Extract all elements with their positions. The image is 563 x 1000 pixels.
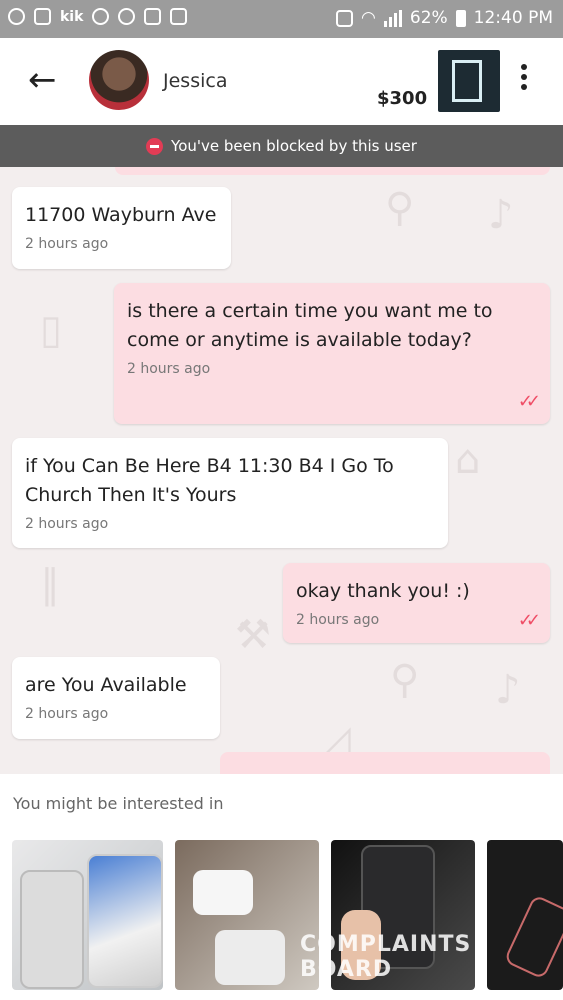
blocked-banner: You've been blocked by this user [0,125,563,167]
message-text: 11700 Wayburn Ave [25,204,217,226]
pants-doodle-icon: ▯ [40,307,63,353]
blocked-text: You've been blocked by this user [171,137,417,155]
message-text: okay thank you! :) [296,580,470,602]
item-price: $300 [377,88,428,109]
wifi-icon: ◠ [361,8,376,28]
drill-doodle-icon: ⚒ [235,612,271,658]
suggested-item-card[interactable] [175,840,319,990]
shirt-doodle-icon: ⌂ [455,437,481,483]
message-time: 2 hours ago [25,516,109,532]
item-thumbnail[interactable] [438,50,500,112]
watermark: COMPLAINTS BOARD [300,932,472,982]
message-time: 2 hours ago [127,361,211,377]
next-message-bubble [220,752,550,774]
message-outgoing[interactable]: okay thank you! :) 2 hours ago ✓✓ [283,563,550,643]
bicycle-doodle-icon: ⚲ [390,657,420,703]
message-text: if You Can Be Here B4 11:30 B4 I Go To C… [25,455,394,506]
status-bar: kik ◠ 62% 12:40 PM [0,0,563,38]
message-time: 2 hours ago [25,236,109,252]
message-time: 2 hours ago [296,612,380,628]
message-text: is there a certain time you want me to c… [127,300,493,351]
system-icons: ◠ 62% 12:40 PM [336,8,553,28]
message-text: are You Available [25,674,187,696]
phone-screen-image [452,60,482,102]
phone-box-image [87,854,163,988]
skis-doodle-icon: ∥ [40,562,60,608]
message-outgoing[interactable]: is there a certain time you want me to c… [114,283,550,424]
charger-image [215,930,285,985]
trumpet-doodle-icon: ♪ [495,667,521,713]
contact-name[interactable]: Jessica [163,70,227,92]
blocked-icon [146,137,164,155]
voicemail-icon [92,8,110,25]
gallery-icon [144,8,162,25]
app-icon [170,8,188,25]
notification-icons: kik [8,8,188,25]
message-incoming[interactable]: 11700 Wayburn Ave 2 hours ago [12,187,231,269]
airpods-image [193,870,253,915]
back-arrow-icon[interactable]: ← [28,60,57,100]
trumpet-doodle-icon: ♪ [488,192,514,238]
suggestions-title: You might be interested in [13,794,224,813]
suggested-item-card[interactable] [12,840,163,990]
bicycle-doodle-icon: ⚲ [385,185,415,231]
mail-icon [34,8,51,25]
message-time: 2 hours ago [25,706,109,722]
battery-icon [455,9,466,27]
message-incoming[interactable]: are You Available 2 hours ago [12,657,220,739]
previous-message-bubble [115,167,550,175]
phone-image [20,870,84,989]
read-checkmark-icon: ✓✓ [517,391,541,412]
suggestions-panel: You might be interested in COMPLAINTS BO… [0,774,563,1000]
chat-thread[interactable]: ⚲ ♪ ▯ ⌂ ∥ ⚒ ⚲ ♪ ◿ 11700 Wayburn Ave 2 ho… [0,167,563,774]
battery-percent: 62% [409,8,448,28]
message-incoming[interactable]: if You Can Be Here B4 11:30 B4 I Go To C… [12,438,448,548]
more-options-icon[interactable] [520,64,528,94]
clock: 12:40 PM [473,8,553,28]
avatar[interactable] [89,50,149,110]
read-checkmark-icon: ✓✓ [517,610,541,631]
whatsapp-icon [118,8,136,25]
chat-header: ← Jessica $300 [0,38,563,125]
signal-icon [383,9,402,27]
kik-icon: kik [60,8,84,25]
alarm-icon [336,9,354,27]
usb-icon [8,8,25,25]
